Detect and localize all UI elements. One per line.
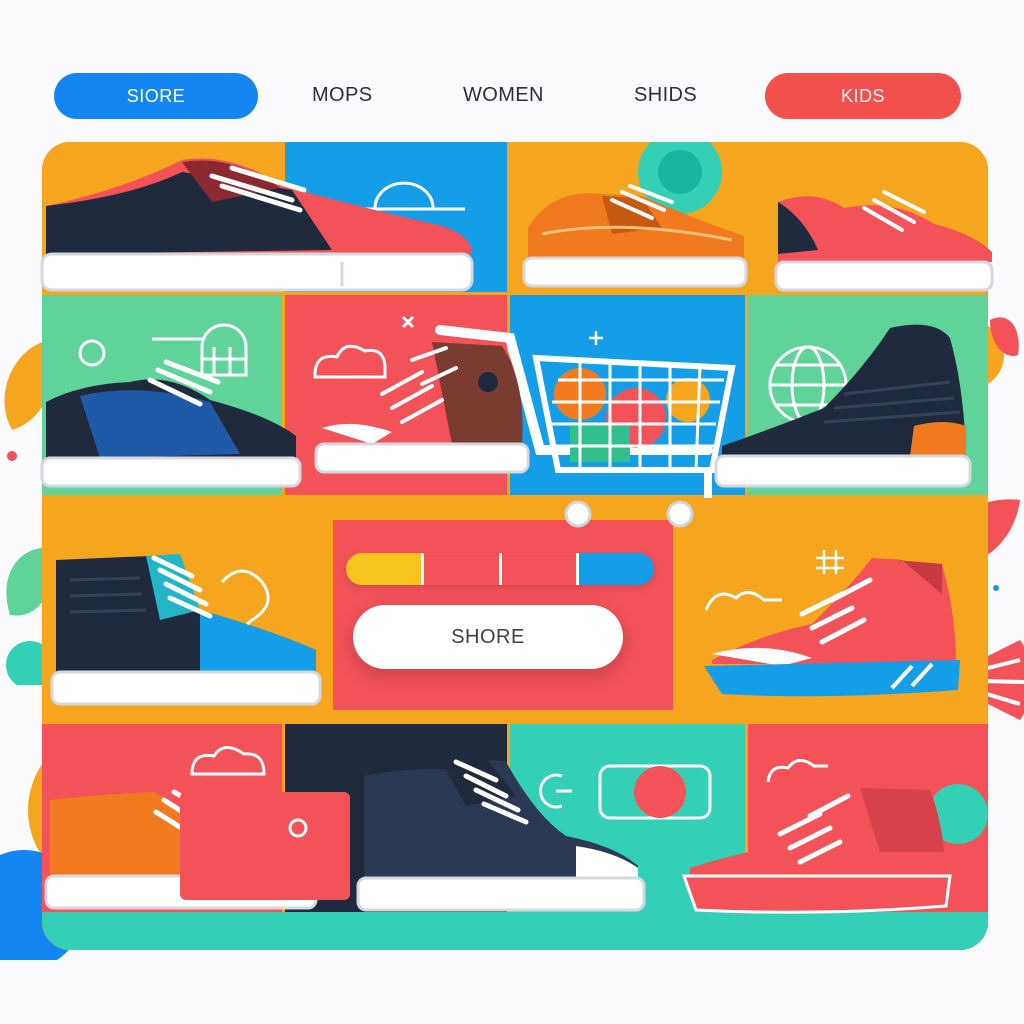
store-tab[interactable]: SIORE <box>54 73 258 119</box>
shop-search-label: SHORE <box>451 625 525 648</box>
product-shoe-10[interactable] <box>356 756 646 916</box>
filter-bar[interactable] <box>346 553 654 585</box>
dot-decoration <box>7 451 17 461</box>
product-shoe-8[interactable] <box>702 554 966 708</box>
category-nav: SIORE MOPS WOMEN SHIDS KIDS <box>0 0 1024 140</box>
product-shoe-1[interactable] <box>40 150 482 300</box>
filter-segment[interactable] <box>346 553 424 585</box>
product-shoe-7[interactable] <box>50 550 324 710</box>
women-tab[interactable]: WOMEN <box>463 84 544 107</box>
card-decoration <box>180 792 350 900</box>
shoes-tab[interactable]: SHIDS <box>634 84 697 107</box>
kids-tab[interactable]: KIDS <box>765 73 961 119</box>
product-shoe-5[interactable] <box>312 332 532 478</box>
circle-icon <box>288 818 308 838</box>
men-tab[interactable]: MOPS <box>312 84 373 107</box>
product-shoe-11[interactable] <box>680 772 960 922</box>
shop-search-button[interactable]: SHORE <box>353 605 623 669</box>
product-shoe-2[interactable] <box>522 178 752 293</box>
store-tab-label: SIORE <box>126 85 186 106</box>
filter-segment[interactable] <box>423 553 502 585</box>
product-shoe-4[interactable] <box>40 359 306 492</box>
filter-segment[interactable] <box>501 553 580 585</box>
kids-tab-label: KIDS <box>840 85 885 106</box>
product-shoe-6[interactable] <box>714 318 974 490</box>
product-shoe-3[interactable] <box>774 178 996 296</box>
filter-segment[interactable] <box>579 553 654 585</box>
